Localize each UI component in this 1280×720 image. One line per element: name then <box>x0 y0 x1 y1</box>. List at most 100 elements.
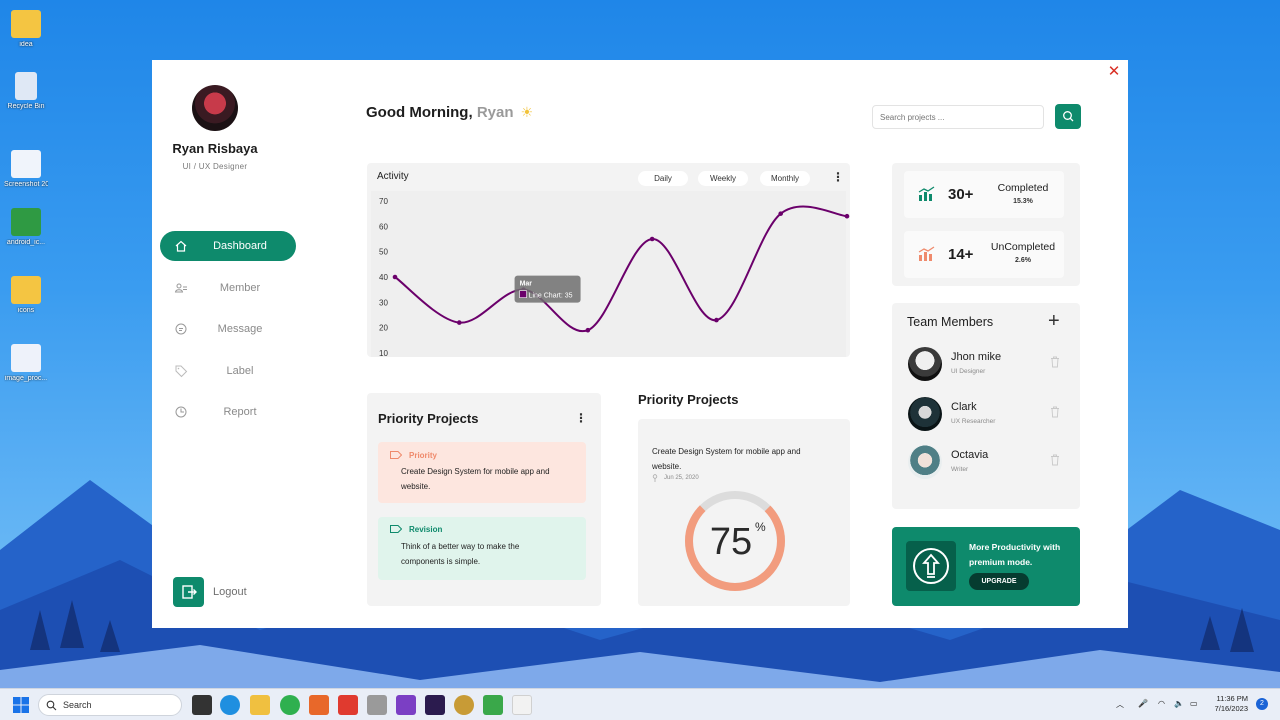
folder-icon <box>11 208 41 236</box>
member-role: Writer <box>951 466 969 473</box>
tab-weekly[interactable]: Weekly <box>698 171 748 186</box>
app-green-icon[interactable] <box>483 695 503 715</box>
stat-label: UnCompleted <box>990 241 1056 253</box>
member-octavia[interactable]: Octavia Writer <box>908 445 1068 481</box>
trash-icon[interactable] <box>1050 454 1060 466</box>
member-jhon-mike[interactable]: Jhon mike UI Designer <box>908 347 1068 383</box>
desktop-icon-android[interactable]: android_ic... <box>4 208 48 247</box>
logout-button[interactable]: Logout <box>173 577 293 607</box>
desktop-icon-label: image_proc... <box>4 375 48 382</box>
sidebar-item-label-text: Label <box>226 364 254 377</box>
data-point-jul[interactable] <box>778 211 784 216</box>
search-icon <box>46 700 57 711</box>
project-desc: Think of a better way to make the compon… <box>401 542 520 566</box>
data-point-apr[interactable] <box>585 327 591 333</box>
project-tag: Revision <box>409 525 443 534</box>
progress-percent-sign: % <box>755 520 766 534</box>
desktop-icon-label: idea <box>19 41 33 48</box>
avatar <box>192 85 238 131</box>
taskbar-search-label: Search <box>63 700 92 710</box>
windows-start-icon[interactable] <box>12 696 30 714</box>
file-explorer-icon[interactable] <box>250 695 270 715</box>
data-point-jan[interactable] <box>392 274 398 280</box>
activity-line-chart[interactable]: 70 60 50 40 30 20 10 Mar Line Chart: 35 <box>367 191 850 357</box>
desktop-icon-label: android_ic... <box>6 239 46 246</box>
image-file-icon <box>11 150 41 178</box>
wifi-icon[interactable]: ◠ <box>1158 699 1165 708</box>
taskbar-search[interactable]: Search <box>38 694 182 716</box>
clock-time: 11:36 PM <box>1216 694 1248 703</box>
database-icon[interactable] <box>367 695 387 715</box>
member-clark[interactable]: Clark UX Researcher <box>908 397 1068 433</box>
phpstorm-icon[interactable] <box>425 695 445 715</box>
active-app-icon[interactable] <box>512 695 532 715</box>
project-desc: Create Design System for mobile app and … <box>401 467 550 491</box>
microphone-icon[interactable]: 🎤 <box>1138 699 1148 708</box>
priority-projects-title: Priority Projects <box>378 411 479 426</box>
desktop-icon-label: Screenshot 2023-07-... <box>4 181 48 188</box>
project-date: Jun 25, 2020 <box>664 475 699 481</box>
whatsapp-icon[interactable] <box>280 695 300 715</box>
data-point-aug[interactable] <box>844 213 850 219</box>
sidebar-item-label[interactable]: Label <box>160 356 296 386</box>
greeting-text: Good Morning, <box>366 104 473 121</box>
activity-menu-icon[interactable]: ⋮ <box>832 171 844 183</box>
desktop-icon-recycle-bin[interactable]: Recycle Bin <box>4 72 48 111</box>
visual-studio-icon[interactable] <box>396 695 416 715</box>
app-c-icon[interactable] <box>338 695 358 715</box>
desktop-icon-label: Recycle Bin <box>7 103 45 110</box>
image-file-icon <box>11 344 41 372</box>
project-card-priority[interactable]: Priority Create Design System for mobile… <box>378 442 586 503</box>
tab-monthly[interactable]: Monthly <box>760 171 810 186</box>
priority-progress-card[interactable]: Create Design System for mobile app and … <box>638 419 850 606</box>
stats-card: 30+ Completed 15.3% 14+ UnCompleted 2.6% <box>892 163 1080 286</box>
sidebar-item-message[interactable]: Message <box>160 314 296 344</box>
data-point-feb[interactable] <box>456 320 462 325</box>
data-point-may[interactable] <box>649 236 655 242</box>
stat-number: 30+ <box>948 186 974 203</box>
pin-icon <box>652 474 658 482</box>
recycle-bin-icon <box>15 72 37 100</box>
browser-icon[interactable] <box>454 695 474 715</box>
edge-icon[interactable] <box>220 695 240 715</box>
search-button[interactable] <box>1055 104 1081 129</box>
premium-card: More Productivity with premium mode. UPG… <box>892 527 1080 606</box>
desktop-icon-image-proc[interactable]: image_proc... <box>4 344 48 383</box>
tab-daily[interactable]: Daily <box>638 171 688 186</box>
desktop-icon-icons[interactable]: icons <box>4 276 48 315</box>
sidebar-nav: Dashboard Member Message Label Report <box>160 231 296 439</box>
search-icon <box>1063 111 1074 122</box>
clock[interactable]: 11:36 PM 7/16/2023 <box>1206 694 1248 714</box>
add-member-icon[interactable]: + <box>1048 310 1060 332</box>
battery-icon[interactable]: ▭ <box>1190 699 1198 708</box>
member-name: Octavia <box>951 449 989 461</box>
chevron-up-icon[interactable]: ︿ <box>1116 699 1124 710</box>
desktop-icon-screenshot[interactable]: Screenshot 2023-07-... <box>4 150 48 189</box>
project-card-revision[interactable]: Revision Think of a better way to make t… <box>378 517 586 580</box>
trash-icon[interactable] <box>1050 406 1060 418</box>
speaker-icon[interactable]: 🔈 <box>1174 699 1184 708</box>
priority-menu-icon[interactable]: ⋮ <box>575 412 587 424</box>
sun-icon: ☀ <box>520 104 534 120</box>
member-name: Clark <box>951 401 977 413</box>
project-tag: Priority <box>409 451 438 460</box>
progress-percent: 75 <box>709 521 753 563</box>
search-input[interactable] <box>872 105 1044 129</box>
avatar <box>908 347 942 381</box>
app-window: ✕ Ryan Risbaya UI / UX Designer Dashboar… <box>152 60 1128 628</box>
team-members-card: Team Members + Jhon mike UI Designer Cla… <box>892 303 1080 509</box>
notification-badge[interactable]: 2 <box>1256 698 1268 710</box>
task-view-icon[interactable] <box>192 695 212 715</box>
sidebar-item-label: Report <box>223 406 257 418</box>
xampp-icon[interactable] <box>309 695 329 715</box>
profile-role: UI / UX Designer <box>182 162 248 171</box>
sidebar-item-member[interactable]: Member <box>160 273 296 303</box>
sidebar-item-label: Message <box>217 323 263 335</box>
upgrade-button[interactable]: UPGRADE <box>969 573 1029 590</box>
sidebar-item-dashboard[interactable]: Dashboard <box>160 231 296 261</box>
close-icon[interactable]: ✕ <box>1106 64 1122 80</box>
trash-icon[interactable] <box>1050 356 1060 368</box>
data-point-jun[interactable] <box>714 317 719 323</box>
sidebar-item-report[interactable]: Report <box>160 397 296 427</box>
desktop-icon-idea[interactable]: idea <box>4 10 48 49</box>
